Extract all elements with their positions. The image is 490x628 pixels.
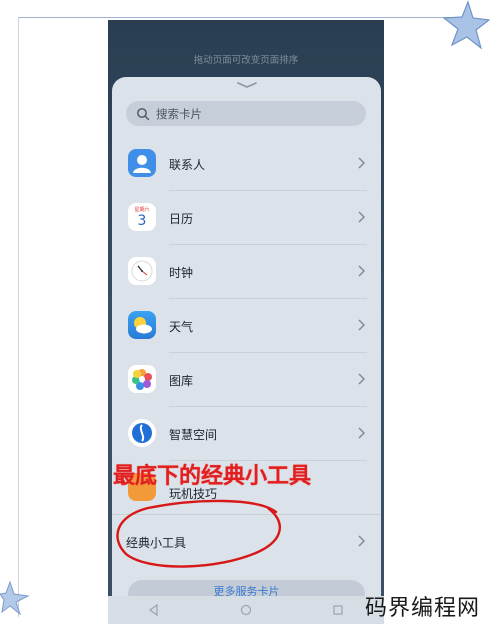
contacts-icon [128,149,156,177]
weather-icon [128,311,156,339]
back-icon[interactable] [148,604,160,616]
list-item-label: 天气 [169,320,194,334]
list-item-clock[interactable]: 时钟 [112,245,381,299]
calendar-day: 3 [137,213,147,229]
calendar-weekday: 星期六 [134,207,150,213]
calendar-icon: 星期六 3 [128,203,156,231]
chevron-right-icon [358,535,365,547]
list-item-label: 时钟 [169,266,194,280]
star-decoration-icon [0,580,30,616]
list-item-label: 智慧空间 [169,428,218,442]
list-item-label: 日历 [169,212,194,226]
star-decoration-icon [442,0,490,50]
list-item-weather[interactable]: 天气 [112,299,381,353]
search-placeholder: 搜索卡片 [156,106,202,121]
list-item-gallery[interactable]: 图库 [112,353,381,407]
system-nav-bar [108,596,384,624]
chevron-right-icon [358,373,365,385]
list-item-smart-space[interactable]: 智慧空间 [112,407,381,461]
search-input[interactable]: 搜索卡片 [126,101,366,126]
annotation-text: 最底下的经典小工具 [113,464,312,489]
list-item-contacts[interactable]: 联系人 [112,137,381,191]
frame-line-top [18,17,470,18]
search-icon [137,107,150,120]
list-item-calendar[interactable]: 星期六 3 日历 [112,191,381,245]
list-item-label: 图库 [169,374,194,388]
clock-icon [128,257,156,285]
recents-icon[interactable] [332,604,344,616]
home-icon[interactable] [240,604,252,616]
chevron-right-icon [358,157,365,169]
chevron-right-icon [358,427,365,439]
annotation-circle [116,499,281,568]
chevron-right-icon [358,211,365,223]
chevron-down-icon[interactable] [236,81,258,89]
chevron-right-icon [358,319,365,331]
watermark: 码界编程网 [364,596,480,621]
chevron-right-icon [358,265,365,277]
smart-space-icon [128,419,156,447]
list-item-label: 联系人 [169,158,206,172]
gallery-icon [128,365,156,393]
drag-hint: 拖动页面可改变页面排序 [193,55,299,66]
frame-line-left [18,17,19,617]
